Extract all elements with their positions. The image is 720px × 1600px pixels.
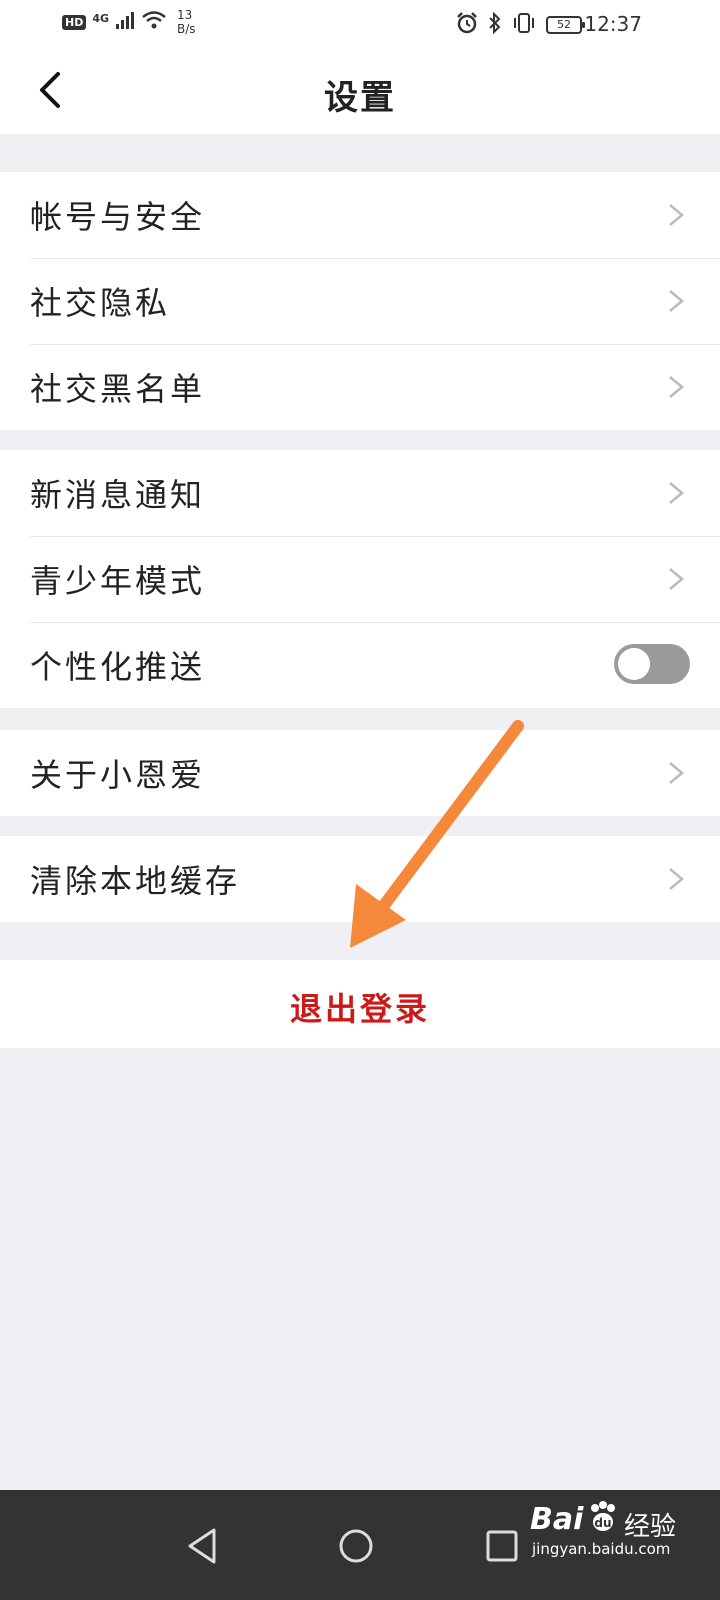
settings-item-account-security[interactable]: 帐号与安全 [0,172,720,258]
paw-icon: du [591,1501,615,1531]
settings-item-label: 青少年模式 [30,562,206,600]
settings-item-youth-mode[interactable]: 青少年模式 [0,536,720,622]
toggle-knob [618,648,650,680]
settings-item-social-privacy[interactable]: 社交隐私 [0,258,720,344]
header: 设置 [0,48,720,134]
settings-item-blacklist[interactable]: 社交黑名单 [0,344,720,430]
logout-label: 退出登录 [289,990,430,1028]
annotation-arrow-icon [350,720,524,948]
status-icons: 52 [456,11,585,38]
chevron-right-icon [669,762,684,784]
chevron-right-icon [669,868,684,890]
chevron-right-icon [669,376,684,398]
settings-item-label: 社交黑名单 [30,370,206,408]
settings-item-new-message-notification[interactable]: 新消息通知 [0,450,720,536]
status-bar: HD 4G 13 B/s 52 12:37 [0,0,720,48]
settings-item-label: 新消息通知 [30,476,206,514]
home-circle-icon[interactable] [336,1526,376,1566]
chevron-right-icon [669,568,684,590]
back-triangle-icon[interactable] [184,1526,220,1566]
personalized-push-toggle[interactable] [614,644,690,684]
watermark-brand: Bai [530,1502,584,1537]
settings-item-label: 清除本地缓存 [30,862,241,900]
logout-button[interactable]: 退出登录 [0,960,720,1048]
signal-icon [115,10,135,34]
watermark-sub: 经验 [624,1512,677,1542]
speed-value: 13 [177,8,193,22]
settings-item-label: 个性化推送 [30,648,206,686]
battery-icon: 52 [546,16,585,34]
page-title: 设置 [324,78,396,118]
settings-item-personalized-push: 个性化推送 [0,622,720,708]
hd-badge: HD [62,14,87,30]
svg-text:du: du [594,1516,611,1530]
chevron-right-icon [669,482,684,504]
settings-group-notifications: 新消息通知 青少年模式 个性化推送 [0,450,720,708]
alarm-icon [456,12,478,38]
network-type: 4G [92,11,110,25]
chevron-right-icon [669,290,684,312]
watermark-url: jingyan.baidu.com [532,1540,671,1558]
network-speed: 13 B/s [177,8,196,36]
watermark-logo: Bai du 经验 jingyan.baidu.com [530,1494,700,1574]
chevron-right-icon [669,204,684,226]
settings-item-label: 社交隐私 [30,284,171,322]
status-left: HD 4G 13 B/s [62,8,196,36]
speed-unit: B/s [177,22,196,36]
vibrate-icon [512,12,536,38]
settings-item-label: 关于小恩爱 [30,756,206,794]
settings-group-account: 帐号与安全 社交隐私 社交黑名单 [0,172,720,430]
clock: 12:37 [584,12,642,36]
wifi-icon [141,10,167,34]
settings-item-label: 帐号与安全 [30,198,206,236]
bluetooth-icon [488,11,502,38]
recents-square-icon[interactable] [484,1526,522,1566]
